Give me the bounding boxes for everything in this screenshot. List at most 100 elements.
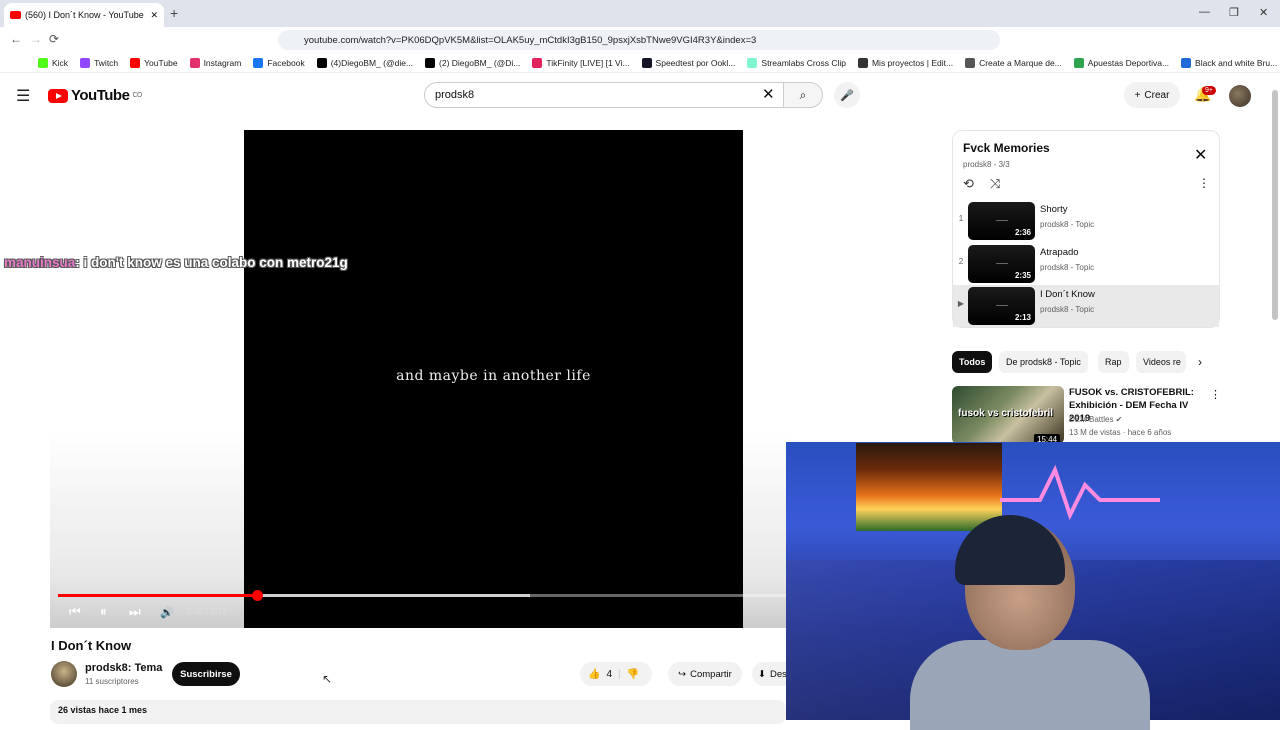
bookmark-item[interactable]: Create a Marque de... <box>965 57 1062 68</box>
playlist-item-thumbnail: 2:36 <box>968 202 1035 240</box>
webcam-person-body <box>910 640 1150 730</box>
repeat-icon[interactable]: ⟲ <box>963 176 974 192</box>
channel-name[interactable]: prodsk8: Tema <box>85 662 162 674</box>
bookmark-item[interactable]: (4)DiegoBM_ (@die... <box>316 57 414 68</box>
bookmark-label: YouTube <box>144 57 178 68</box>
playlist-item-duration: 2:36 <box>1014 228 1031 237</box>
playlist-item-current[interactable]: ▶ 2:13 I Don´t Know prodsk8 - Topic <box>953 285 1219 327</box>
search-button[interactable]: ⌕ <box>783 82 823 108</box>
menu-icon[interactable]: ☰ <box>16 86 30 106</box>
browser-tab[interactable]: (560) I Don´t Know - YouTube ✕ <box>4 3 164 27</box>
channel-avatar[interactable] <box>51 661 77 687</box>
bookmark-label: Create a Marque de... <box>979 57 1062 68</box>
voice-search-button[interactable]: 🎤 <box>834 82 860 108</box>
subscriber-count: 11 suscriptores <box>85 677 139 686</box>
bookmark-item[interactable]: Mis proyectos | Edit... <box>857 57 954 68</box>
country-code: CO <box>132 92 142 99</box>
volume-icon[interactable]: 🔊 <box>160 606 174 619</box>
share-button[interactable]: ↪ Compartir <box>668 662 742 686</box>
playlist-subtitle: prodsk8 - 3/3 <box>963 160 1010 169</box>
playlist-item-name: Shorty <box>1040 204 1068 215</box>
forward-icon[interactable]: → <box>30 32 42 46</box>
reload-icon[interactable]: ⟳ <box>49 32 59 46</box>
bookmark-favicon-icon <box>641 57 652 68</box>
clear-search-icon[interactable]: ✕ <box>762 85 775 103</box>
recommended-channel[interactable]: DEM Battles ✔ <box>1069 415 1122 424</box>
playlist-more-icon[interactable]: ⋮ <box>1198 176 1210 190</box>
bookmark-favicon-icon <box>130 57 141 68</box>
bookmark-label: (4)DiegoBM_ (@die... <box>330 57 414 68</box>
progress-bar[interactable] <box>58 590 786 601</box>
playlist-item-duration: 2:13 <box>1014 313 1031 322</box>
download-button[interactable]: ⬇ Descargar <box>752 662 786 686</box>
back-icon[interactable]: ← <box>10 32 22 46</box>
shuffle-icon[interactable]: ⤨ <box>990 176 1000 192</box>
bookmark-favicon-icon <box>38 57 48 68</box>
address-bar[interactable]: youtube.com/watch?v=PK06DQpVK5M&list=OLA… <box>278 30 1000 50</box>
chips-next-chevron-icon[interactable]: › <box>1198 355 1202 369</box>
video-title: I Don´t Know <box>51 638 132 653</box>
tab-close-icon[interactable]: ✕ <box>150 10 158 21</box>
download-icon: ⬇ <box>758 668 766 680</box>
search-icon: ⌕ <box>799 87 807 102</box>
playlist-item-name: I Don´t Know <box>1040 289 1095 300</box>
window-close-icon[interactable]: ✕ <box>1259 6 1268 19</box>
youtube-favicon-icon <box>10 11 21 19</box>
bookmark-label: Mis proyectos | Edit... <box>871 57 954 68</box>
create-button[interactable]: + Crear <box>1124 82 1180 108</box>
time-display: 0:30 / 2:12 <box>187 606 228 616</box>
chip-all[interactable]: Todos <box>952 351 993 373</box>
bookmark-label: TikFinity [LIVE] [1 Vi... <box>546 57 630 68</box>
chip-related[interactable]: Videos re <box>1136 351 1186 373</box>
plus-icon: + <box>1134 89 1141 101</box>
search-input[interactable]: prodsk8 <box>424 82 784 108</box>
bookmark-item[interactable]: Facebook <box>253 57 305 68</box>
bookmark-item[interactable]: Streamlabs Cross Clip <box>747 57 846 68</box>
page-scrollbar[interactable] <box>1272 90 1278 320</box>
video-meta: 26 vistas hace 1 mes <box>58 705 148 715</box>
bookmark-item[interactable]: YouTube <box>130 57 178 68</box>
subscribe-button[interactable]: Suscribirse <box>172 662 240 686</box>
bookmark-item[interactable]: Speedtest por Ookl... <box>641 57 735 68</box>
bookmark-favicon-icon <box>532 57 543 68</box>
youtube-logo[interactable]: YouTube CO <box>48 87 142 104</box>
bookmark-label: Kick <box>52 57 69 68</box>
maximize-icon[interactable]: ❐ <box>1229 6 1239 19</box>
playlist-item-index: 1 <box>958 214 964 223</box>
playlist-item-channel: prodsk8 - Topic <box>1040 305 1095 314</box>
share-icon: ↪ <box>678 668 687 680</box>
video-lyric-text: and maybe in another life <box>396 368 591 384</box>
minimize-icon[interactable]: — <box>1199 6 1210 18</box>
bookmark-item[interactable]: Black and white Bru... <box>1181 57 1277 68</box>
recommended-more-icon[interactable]: ⋮ <box>1210 388 1221 401</box>
scrubber-handle[interactable] <box>251 590 263 601</box>
new-tab-button[interactable]: + <box>170 5 178 21</box>
bookmark-item[interactable]: Apuestas Deportiva... <box>1073 57 1170 68</box>
like-icon[interactable]: 👍 <box>588 669 600 680</box>
mic-icon: 🎤 <box>840 89 854 102</box>
dislike-icon[interactable]: 👎 <box>627 669 639 680</box>
next-icon[interactable]: ⏭ <box>129 604 141 620</box>
playlist-title[interactable]: Fvck Memories <box>963 141 1050 155</box>
bookmark-item[interactable]: Kick <box>38 57 69 68</box>
bookmark-label: Apuestas Deportiva... <box>1087 57 1170 68</box>
playlist-item-channel: prodsk8 - Topic <box>1040 220 1095 229</box>
chip-from-channel[interactable]: De prodsk8 - Topic <box>999 351 1088 373</box>
bookmark-item[interactable]: Instagram <box>189 57 241 68</box>
bookmark-favicon-icon <box>316 57 327 68</box>
previous-icon[interactable]: ⏮ <box>69 604 81 620</box>
description-box[interactable]: 26 vistas hace 1 mes <box>50 700 786 724</box>
playlist-close-icon[interactable]: ✕ <box>1194 145 1207 165</box>
bookmark-item[interactable]: Twitch <box>80 57 119 68</box>
download-label: Descargar <box>769 668 786 680</box>
playlist-item[interactable]: 1 2:36 Shorty prodsk8 - Topic <box>953 200 1219 242</box>
bookmark-item[interactable]: TikFinity [LIVE] [1 Vi... <box>532 57 630 68</box>
bookmark-label: Twitch <box>94 57 119 68</box>
playlist-item[interactable]: 2 2:35 Atrapado prodsk8 - Topic <box>953 243 1219 285</box>
account-avatar[interactable] <box>1229 85 1251 107</box>
bookmark-item[interactable]: (2) DiegoBM_ (@Di... <box>425 57 520 68</box>
pause-icon[interactable]: ⏸ <box>100 604 107 620</box>
played-bar <box>58 594 257 597</box>
url-text: youtube.com/watch?v=PK06DQpVK5M&list=OLA… <box>304 34 757 46</box>
chip-rap[interactable]: Rap <box>1098 351 1129 373</box>
